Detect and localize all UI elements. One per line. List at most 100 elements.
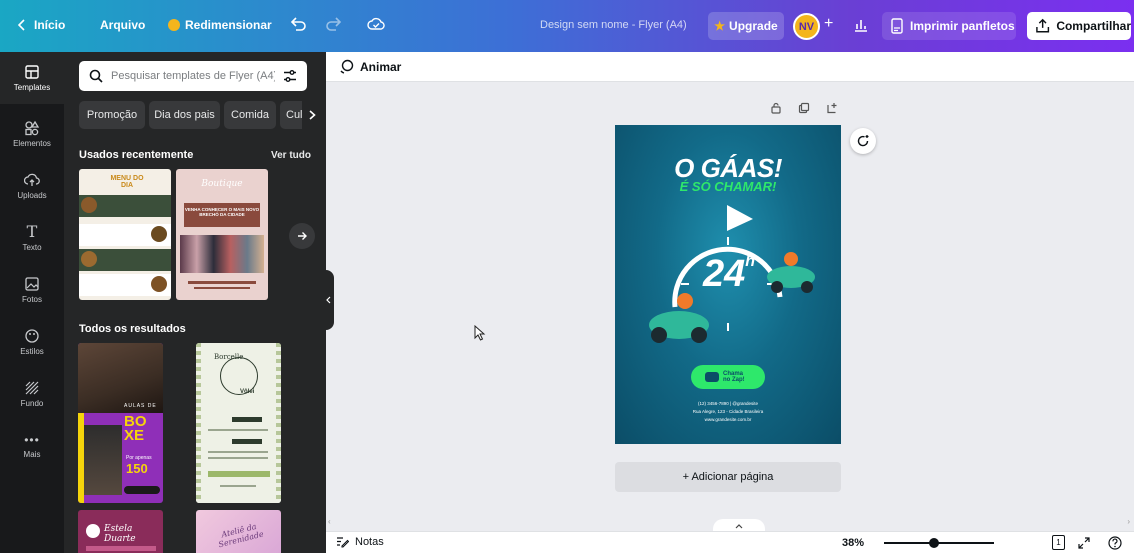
rail-item-background[interactable]: Fundo <box>0 368 64 420</box>
flyer-page[interactable]: O GÁAS! É SÓ CHAMAR! 24h Chama no Zap! (… <box>615 125 841 444</box>
brecho-thumb-banner: VENHA CONHECER O MAIS NOVO BRECHÓ DA CID… <box>184 203 260 227</box>
chip-promocao[interactable]: Promoção <box>79 101 145 129</box>
fullscreen-icon[interactable] <box>1078 537 1090 549</box>
recent-next-button[interactable] <box>289 223 315 249</box>
collapse-panel-button[interactable] <box>322 270 334 330</box>
volei-schedule-line <box>208 457 268 459</box>
flyer-hours-number: 24 <box>703 253 746 295</box>
insights-button[interactable] <box>853 17 869 33</box>
cloud-saved-button[interactable] <box>367 16 385 32</box>
flyer-contact-line[interactable]: www.grandesite.com.br <box>615 417 841 422</box>
notes-button[interactable]: Notas <box>336 536 384 548</box>
salon-title: Estela Duarte <box>104 524 136 544</box>
rail-item-photos[interactable]: Fotos <box>0 264 64 316</box>
styles-icon <box>25 329 39 343</box>
menu-thumb-title: MENU DO DIA <box>110 175 144 189</box>
rail-label: Mais <box>23 450 41 459</box>
redo-button[interactable] <box>326 17 342 31</box>
cloud-check-icon <box>367 17 385 30</box>
volei-brand: Borcelle <box>214 353 244 361</box>
page-count-button[interactable]: 1 <box>1052 535 1065 550</box>
food-image <box>151 226 167 242</box>
chip-label: Promoção <box>86 109 138 121</box>
duplicate-icon[interactable] <box>798 102 810 114</box>
rail-item-more[interactable]: ••• Mais <box>0 420 64 472</box>
refresh-sparkle-icon <box>857 135 869 147</box>
boxer-photo-2 <box>84 425 122 495</box>
see-all-link[interactable]: Ver tudo <box>271 150 311 161</box>
scroll-left-icon[interactable]: ‹ <box>328 517 331 526</box>
templates-panel: Promoção Dia dos pais Comida Cul Usados … <box>64 52 326 553</box>
rail-item-uploads[interactable]: Uploads <box>0 160 64 212</box>
rail-label: Fundo <box>20 399 44 408</box>
avatar-initials: NV <box>798 20 815 33</box>
flyer-hours[interactable]: 24h <box>703 253 755 296</box>
share-button[interactable]: Compartilhar <box>1027 12 1131 40</box>
share-label: Compartilhar <box>1056 19 1131 33</box>
brecho-thumb-title: Boutique <box>201 179 243 189</box>
scroll-right-icon[interactable]: › <box>1127 517 1130 526</box>
template-search-input[interactable] <box>111 70 275 82</box>
rail-item-templates[interactable]: Templates <box>0 52 64 104</box>
document-title[interactable]: Design sem nome - Flyer (A4) <box>540 19 687 31</box>
resize-button[interactable]: Redimensionar <box>168 18 272 32</box>
print-flyers-button[interactable]: Imprimir panfletos <box>882 12 1016 40</box>
mouse-cursor <box>474 325 486 341</box>
rail-label: Fotos <box>21 295 42 304</box>
chip-label: Cul <box>286 109 303 121</box>
lock-icon[interactable] <box>770 102 782 114</box>
home-label: Início <box>34 18 66 32</box>
filter-icon[interactable] <box>283 69 297 83</box>
file-menu-button[interactable]: Arquivo <box>100 18 145 32</box>
chip-comida[interactable]: Comida <box>224 101 276 129</box>
salon-banner <box>86 546 156 551</box>
background-icon <box>25 381 39 395</box>
print-icon <box>891 18 903 34</box>
add-page-button[interactable]: + Adicionar página <box>615 462 841 492</box>
result-template-salao[interactable]: Estela Duarte <box>78 510 163 553</box>
left-rail: Templates Elementos Uploads T Texto Foto… <box>0 52 64 553</box>
result-template-volei[interactable]: Borcelle Vôlei <box>196 343 281 503</box>
avatar[interactable]: NV <box>793 13 820 40</box>
recent-template-brecho[interactable]: Boutique VENHA CONHECER O MAIS NOVO BREC… <box>176 169 268 300</box>
animate-label: Animar <box>360 60 402 74</box>
home-button[interactable]: Início <box>18 18 65 32</box>
results-section-title: Todos os resultados <box>79 323 186 335</box>
chevron-left-icon <box>18 19 25 31</box>
undo-button[interactable] <box>290 17 306 31</box>
add-page-label: + Adicionar página <box>682 471 774 483</box>
rail-label: Texto <box>22 243 42 252</box>
rail-item-text[interactable]: T Texto <box>0 212 64 264</box>
flyer-subheadline[interactable]: É SÓ CHAMAR! <box>615 179 841 194</box>
refresh-design-button[interactable] <box>850 128 876 154</box>
zoom-slider-handle[interactable] <box>928 538 939 548</box>
rail-item-styles[interactable]: Estilos <box>0 316 64 368</box>
upgrade-button[interactable]: ★ Upgrade <box>708 12 784 40</box>
recent-template-menu[interactable]: MENU DO DIA <box>79 169 171 300</box>
boxe-big-text: BO XE <box>124 413 147 444</box>
flyer-cta-button[interactable]: Chama no Zap! <box>691 365 765 389</box>
volei-footer-line <box>220 485 256 487</box>
rail-label: Elementos <box>13 139 51 148</box>
page-tools <box>770 102 838 114</box>
zoom-value[interactable]: 38% <box>842 537 864 549</box>
flyer-contact-line[interactable]: (12) 3456-7890 | @grandesite <box>615 401 841 406</box>
page-count: 1 <box>1056 538 1061 547</box>
flyer-contact-line[interactable]: Rua Alegre, 123 - Cidade Brasileira <box>615 409 841 414</box>
share-icon <box>1036 18 1050 33</box>
animate-button[interactable]: Animar <box>338 59 401 75</box>
result-template-boxe[interactable]: AULAS DE BO XE Por apenas 150 <box>78 343 163 503</box>
result-template-serenidade[interactable]: Ateliê da Serenidade <box>196 510 281 553</box>
zoom-slider[interactable] <box>884 538 994 548</box>
chips-scroll-right-button[interactable] <box>302 101 322 129</box>
add-collaborator-button[interactable]: + <box>824 15 833 33</box>
rail-label: Uploads <box>17 191 47 200</box>
template-search-box[interactable] <box>79 61 307 91</box>
add-page-icon[interactable] <box>826 102 838 114</box>
canvas-toolbar: Animar <box>326 52 1134 82</box>
photos-icon <box>25 277 39 291</box>
chip-dia-dos-pais[interactable]: Dia dos pais <box>149 101 220 129</box>
chevron-left-icon <box>325 296 330 304</box>
rail-item-elements[interactable]: Elementos <box>0 108 64 160</box>
help-icon[interactable] <box>1108 536 1122 550</box>
